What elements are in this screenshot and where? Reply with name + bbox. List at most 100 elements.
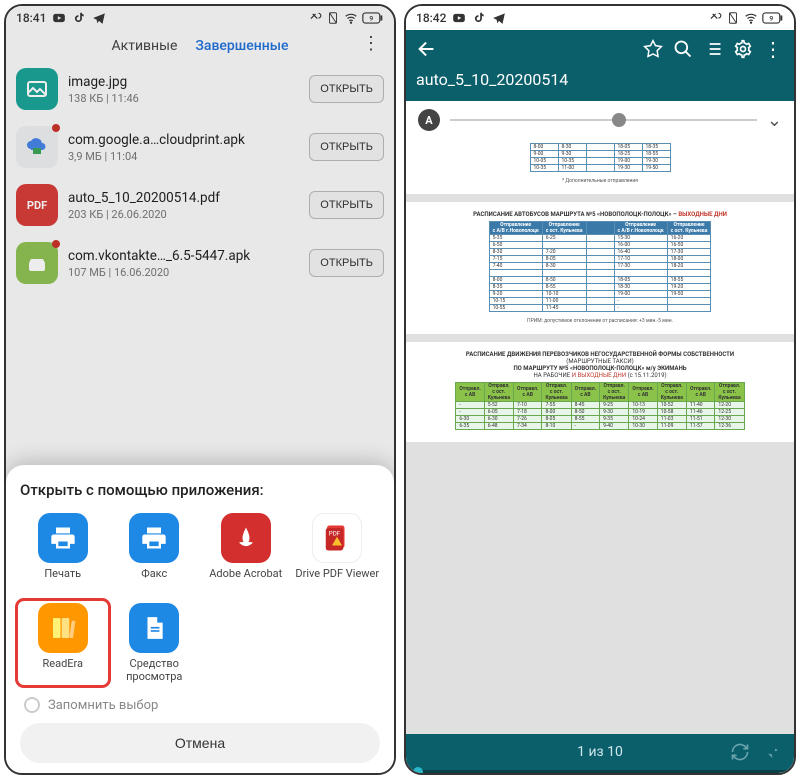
drive-pdf-icon: PDF bbox=[312, 513, 362, 563]
cloudprint-icon bbox=[16, 126, 58, 168]
rotate-icon[interactable] bbox=[730, 742, 750, 762]
telegram-icon bbox=[92, 11, 106, 25]
more-icon[interactable]: ⋮ bbox=[362, 38, 380, 50]
page-viewport[interactable]: 8-008-3018-0518-35 9-009-3018-2518-55 10… bbox=[406, 139, 794, 734]
app-print[interactable]: Печать bbox=[20, 513, 106, 593]
battery-icon: 9 bbox=[762, 11, 784, 25]
app-drive-pdf[interactable]: PDF Drive PDF Viewer bbox=[295, 513, 381, 593]
open-button[interactable]: ОТКРЫТЬ bbox=[309, 133, 384, 161]
file-row: PDF auto_5_10_20200514.pdf 203 КБ | 26.0… bbox=[6, 176, 394, 234]
tab-completed[interactable]: Завершенные bbox=[195, 38, 288, 54]
wifi-icon bbox=[744, 11, 758, 25]
back-icon[interactable] bbox=[416, 38, 438, 60]
file-row: com.google.a…cloudprint.apk 3,9 МБ | 11:… bbox=[6, 118, 394, 176]
file-name: image.jpg bbox=[68, 74, 299, 90]
open-button[interactable]: ОТКРЫТЬ bbox=[309, 75, 384, 103]
file-meta: 107 МБ | 16.06.2020 bbox=[68, 266, 299, 279]
telegram-icon bbox=[492, 11, 506, 25]
doc-viewer-icon bbox=[129, 603, 179, 653]
open-with-sheet: Открыть с помощью приложения: Печать Фак… bbox=[6, 465, 394, 773]
page-note: ПРИМ: допустимое отклонение от расписани… bbox=[416, 318, 784, 324]
pdf-page: РАСПИСАНИЕ ДВИЖЕНИЯ ПЕРЕВОЗЧИКОВ НЕГОСУД… bbox=[406, 342, 794, 442]
reading-progress[interactable] bbox=[406, 770, 794, 773]
battery-icon: 9 bbox=[362, 11, 384, 25]
page-heading: РАСПИСАНИЕ ДВИЖЕНИЯ ПЕРЕВОЗЧИКОВ НЕГОСУД… bbox=[416, 351, 784, 379]
app-label: Факс bbox=[141, 567, 167, 593]
youtube-icon bbox=[452, 11, 466, 25]
phone-right: 18:42 9 ⋮ auto_5_10_20200514 bbox=[404, 4, 796, 775]
badge-dot bbox=[52, 124, 60, 132]
reader-header: ⋮ auto_5_10_20200514 bbox=[406, 30, 794, 101]
downloads-screen: Активные Завершенные ⋮ image.jpg 138 КБ … bbox=[6, 30, 394, 292]
page-indicator: 1 из 10 bbox=[577, 744, 623, 760]
settings-icon[interactable] bbox=[732, 38, 754, 60]
open-button[interactable]: ОТКРЫТЬ bbox=[309, 249, 384, 277]
vibrate-icon bbox=[308, 11, 322, 25]
app-grid: Печать Факс Adobe Acrobat PDF bbox=[20, 513, 380, 683]
pdf-page: 8-008-3018-0518-35 9-009-3018-2518-55 10… bbox=[406, 139, 794, 194]
premium-icon[interactable] bbox=[642, 38, 664, 60]
remember-label: Запомнить выбор bbox=[48, 698, 158, 713]
file-row: com.vkontakte…_6.5-5447.apk 107 МБ | 16.… bbox=[6, 234, 394, 292]
app-readera[interactable]: ReadEra bbox=[18, 601, 108, 685]
radio-icon bbox=[24, 697, 40, 713]
image-icon bbox=[16, 68, 58, 110]
tiktok-icon bbox=[472, 11, 486, 25]
slider-thumb[interactable] bbox=[612, 113, 626, 127]
schedule-table: Отправлениес А/В г.НовополоцкОтправление… bbox=[489, 221, 712, 312]
page-note: * Дополнительные отправления bbox=[416, 178, 784, 184]
file-row: image.jpg 138 КБ | 11:46 ОТКРЫТЬ bbox=[6, 60, 394, 118]
pdf-icon: PDF bbox=[16, 184, 58, 226]
file-name: com.google.a…cloudprint.apk bbox=[68, 132, 299, 148]
app-label: Adobe Acrobat bbox=[209, 567, 282, 593]
app-label: Drive PDF Viewer bbox=[295, 567, 379, 593]
schedule-table-green: Отправл.с АВОтправл.с ост.КульневаОтправ… bbox=[455, 382, 744, 430]
acrobat-icon bbox=[221, 513, 271, 563]
apk-icon bbox=[16, 242, 58, 284]
status-bar: 18:41 9 bbox=[6, 6, 394, 30]
sheet-title: Открыть с помощью приложения: bbox=[20, 481, 380, 499]
schedule-table: 8-008-3018-0518-35 9-009-3018-2518-55 10… bbox=[530, 143, 671, 172]
svg-text:9: 9 bbox=[769, 15, 773, 23]
svg-text:9: 9 bbox=[369, 15, 373, 23]
fax-icon bbox=[129, 513, 179, 563]
svg-text:PDF: PDF bbox=[329, 529, 341, 537]
auto-brightness-icon[interactable]: A bbox=[418, 109, 440, 131]
open-button[interactable]: ОТКРЫТЬ bbox=[309, 191, 384, 219]
status-bar: 18:42 9 bbox=[406, 6, 794, 30]
status-time: 18:42 bbox=[416, 11, 446, 25]
app-label: Средство просмотра bbox=[112, 657, 198, 683]
app-doc-viewer[interactable]: Средство просмотра bbox=[112, 603, 198, 683]
file-name: auto_5_10_20200514.pdf bbox=[68, 190, 299, 206]
status-time: 18:41 bbox=[16, 11, 46, 25]
remember-choice[interactable]: Запомнить выбор bbox=[24, 697, 380, 713]
reader-footer: 1 из 10 bbox=[406, 734, 794, 770]
brightness-bar: A ⌄ bbox=[406, 101, 794, 139]
youtube-icon bbox=[52, 11, 66, 25]
badge-dot bbox=[52, 240, 60, 248]
progress-thumb[interactable] bbox=[413, 767, 423, 776]
brightness-slider[interactable] bbox=[450, 119, 757, 121]
more-icon[interactable]: ⋮ bbox=[762, 38, 784, 60]
file-meta: 3,9 МБ | 11:04 bbox=[68, 150, 299, 163]
toc-icon[interactable] bbox=[702, 38, 724, 60]
search-icon[interactable] bbox=[672, 38, 694, 60]
tiktok-icon bbox=[72, 11, 86, 25]
sim-icon bbox=[326, 11, 340, 25]
chevron-down-icon[interactable]: ⌄ bbox=[767, 110, 782, 131]
pdf-page: РАСПИСАНИЕ АВТОБУСОВ МАРШРУТА №5 «НОВОПО… bbox=[406, 202, 794, 334]
app-fax[interactable]: Факс bbox=[112, 513, 198, 593]
sim-icon bbox=[726, 11, 740, 25]
readera-icon bbox=[38, 603, 88, 653]
document-title: auto_5_10_20200514 bbox=[416, 70, 784, 89]
pin-icon[interactable] bbox=[762, 743, 780, 761]
cancel-button[interactable]: Отмена bbox=[20, 723, 380, 763]
file-name: com.vkontakte…_6.5-5447.apk bbox=[68, 248, 299, 264]
file-meta: 138 КБ | 11:46 bbox=[68, 92, 299, 105]
vibrate-icon bbox=[708, 11, 722, 25]
app-acrobat[interactable]: Adobe Acrobat bbox=[203, 513, 289, 593]
phone-left: 18:41 9 Активные Завершенные ⋮ bbox=[4, 4, 396, 775]
tab-active[interactable]: Активные bbox=[112, 38, 178, 54]
app-label: ReadEra bbox=[42, 657, 83, 683]
print-icon bbox=[38, 513, 88, 563]
